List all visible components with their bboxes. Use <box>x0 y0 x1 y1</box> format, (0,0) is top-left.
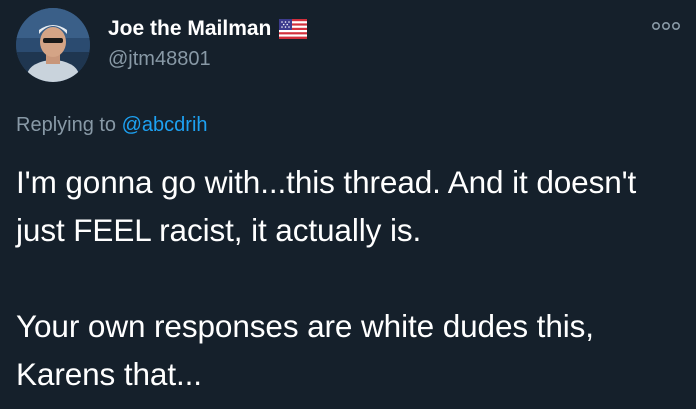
tweet: Joe the Mailman @jtm48801 Replying to @a… <box>0 0 696 409</box>
replying-to-label: Replying to <box>16 114 122 136</box>
tweet-text: I'm gonna go with...this thread. And it … <box>16 164 637 392</box>
us-flag-icon <box>279 19 308 39</box>
user-handle[interactable]: @jtm48801 <box>108 48 307 71</box>
replying-to: Replying to @abcdrih <box>16 114 208 137</box>
avatar[interactable] <box>16 8 90 82</box>
more-options-button[interactable] <box>648 12 684 40</box>
display-name[interactable]: Joe the Mailman <box>108 17 271 41</box>
more-options-icon <box>651 21 680 31</box>
name-row: Joe the Mailman <box>108 14 308 44</box>
user-info: Joe the Mailman @jtm48801 <box>108 14 308 71</box>
avatar-image <box>16 8 90 82</box>
reply-to-handle-link[interactable]: @abcdrih <box>122 114 208 136</box>
